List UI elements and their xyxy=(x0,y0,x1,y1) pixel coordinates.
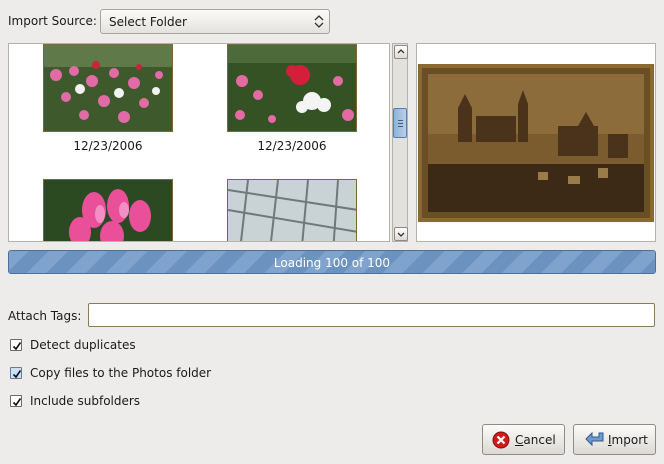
checkbox-label: Detect duplicates xyxy=(30,338,136,352)
checkbox-box[interactable] xyxy=(10,367,22,379)
import-source-value: Select Folder xyxy=(109,15,187,29)
checkbox-label: Copy files to the Photos folder xyxy=(30,366,212,380)
progress-text: Loading 100 of 100 xyxy=(273,256,391,270)
photo-thumbnail-cyclamen-icon xyxy=(44,180,172,241)
photo-thumbnail[interactable] xyxy=(43,44,173,132)
chevron-down-icon xyxy=(397,232,405,237)
checkmark-icon xyxy=(12,342,22,351)
photo-thumbnail-greenhouse-icon xyxy=(228,180,356,241)
photo-preview xyxy=(416,43,656,242)
checkbox-label: Include subfolders xyxy=(30,394,141,408)
chevron-up-icon xyxy=(397,49,405,54)
import-source-label: Import Source: xyxy=(8,14,97,28)
cancel-label: Cancel xyxy=(515,433,556,447)
photo-thumbnail[interactable] xyxy=(43,179,173,241)
loading-progress-bar: Loading 100 of 100 xyxy=(8,250,656,274)
import-arrow-icon xyxy=(585,431,604,447)
photo-thumbnail[interactable] xyxy=(227,179,357,241)
checkmark-icon xyxy=(12,370,22,379)
thumbnail-date: 12/23/2006 xyxy=(73,139,143,153)
scroll-down-button[interactable] xyxy=(394,227,408,241)
photo-thumbnail-flowers-1-icon xyxy=(44,45,172,131)
cancel-icon xyxy=(492,431,510,449)
import-button[interactable]: Import xyxy=(573,424,656,455)
scroll-up-button[interactable] xyxy=(394,45,408,59)
combo-arrows-icon xyxy=(314,15,324,28)
attach-tags-label: Attach Tags: xyxy=(8,309,82,323)
cancel-button[interactable]: Cancel xyxy=(482,424,565,455)
checkmark-icon xyxy=(12,398,22,407)
preview-painting-icon xyxy=(418,64,654,222)
thumbnail-date: 12/23/2006 xyxy=(257,139,327,153)
import-label: Import xyxy=(608,433,648,447)
scroll-thumb[interactable] xyxy=(393,108,407,138)
thumbnail-scrollbar[interactable] xyxy=(392,43,408,242)
thumbnail-grid[interactable]: 12/23/2006 12/23/2006 xyxy=(8,43,390,242)
photo-thumbnail[interactable] xyxy=(227,44,357,132)
photo-thumbnail-flowers-2-icon xyxy=(228,45,356,131)
import-source-combo[interactable]: Select Folder xyxy=(100,9,330,34)
checkbox-box[interactable] xyxy=(10,339,22,351)
attach-tags-input[interactable] xyxy=(88,303,655,327)
checkbox-box[interactable] xyxy=(10,395,22,407)
